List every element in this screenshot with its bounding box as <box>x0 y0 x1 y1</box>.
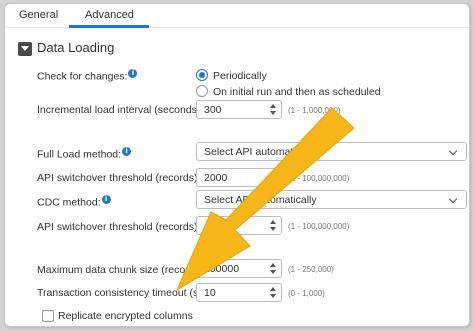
chevron-down-icon[interactable] <box>448 146 458 156</box>
active-tab-indicator <box>69 25 149 28</box>
tab-bar: General Advanced <box>5 4 469 28</box>
stepper-arrows-icon[interactable] <box>270 171 277 184</box>
cdc-method-select[interactable]: Select API automatically <box>196 190 467 209</box>
api-switchover-value[interactable]: 2000 <box>204 172 227 184</box>
cdc-method-text: CDC method: <box>37 196 101 209</box>
stepper-arrows-icon[interactable] <box>270 262 277 275</box>
cdc-method-label: CDC method: i <box>37 195 111 209</box>
full-load-method-label: Full Load method: i <box>37 147 132 161</box>
max-chunk-size-range: (1 - 250,000) <box>288 265 334 274</box>
transaction-timeout-value[interactable]: 10 <box>204 287 216 299</box>
full-load-method-text: Full Load method: <box>37 148 122 161</box>
settings-panel: General Advanced Data Loading Check for … <box>4 3 470 327</box>
incremental-interval-stepper[interactable]: 300 <box>196 100 282 119</box>
cdc-api-switchover-stepper[interactable] <box>196 216 282 235</box>
stepper-arrows-icon[interactable] <box>270 103 277 116</box>
max-chunk-size-value[interactable]: 100000 <box>204 263 239 275</box>
info-icon[interactable]: i <box>101 195 111 204</box>
check-for-changes-label: Check for changes: i <box>37 69 138 83</box>
radio-initial-run[interactable] <box>196 85 208 97</box>
cdc-api-switchover-label: API switchover threshold (records): <box>37 221 201 233</box>
stepper-arrows-icon[interactable] <box>270 286 277 299</box>
chevron-down-icon[interactable] <box>448 194 458 204</box>
cdc-method-value: Select API automatically <box>204 194 317 206</box>
incremental-interval-label: Incremental load interval (seconds): <box>37 104 204 116</box>
full-load-method-select[interactable]: Select API automatically <box>196 142 467 161</box>
api-switchover-stepper[interactable]: 2000 <box>196 168 282 187</box>
tab-general[interactable]: General <box>19 9 58 21</box>
api-switchover-range: (1 - 100,000,000) <box>288 174 350 183</box>
stepper-arrows-icon[interactable] <box>270 219 277 232</box>
transaction-timeout-range: (0 - 1,000) <box>288 289 325 298</box>
cdc-api-switchover-range: (1 - 100,000,000) <box>288 222 350 231</box>
replicate-encrypted-checkbox[interactable] <box>42 310 54 322</box>
incremental-interval-range: (1 - 1,000,000) <box>288 106 341 115</box>
incremental-interval-value[interactable]: 300 <box>204 104 222 116</box>
radio-periodically-label: Periodically <box>213 70 267 82</box>
tab-advanced[interactable]: Advanced <box>85 9 134 21</box>
info-icon[interactable]: i <box>122 147 132 156</box>
collapse-section-icon[interactable] <box>18 42 32 56</box>
max-chunk-size-stepper[interactable]: 100000 <box>196 259 282 278</box>
section-title: Data Loading <box>37 40 115 55</box>
radio-initial-run-label: On initial run and then as scheduled <box>213 86 381 98</box>
api-switchover-label: API switchover threshold (records): <box>37 172 201 184</box>
transaction-timeout-stepper[interactable]: 10 <box>196 283 282 302</box>
full-load-method-value: Select API automatically <box>204 146 317 158</box>
check-for-changes-text: Check for changes: <box>37 70 128 83</box>
max-chunk-size-label: Maximum data chunk size (records): <box>37 264 207 276</box>
radio-periodically[interactable] <box>196 69 208 81</box>
replicate-encrypted-label: Replicate encrypted columns <box>58 310 193 322</box>
info-icon[interactable]: i <box>128 69 138 78</box>
transaction-timeout-label: Transaction consistency timeout (sec.): <box>37 287 219 299</box>
